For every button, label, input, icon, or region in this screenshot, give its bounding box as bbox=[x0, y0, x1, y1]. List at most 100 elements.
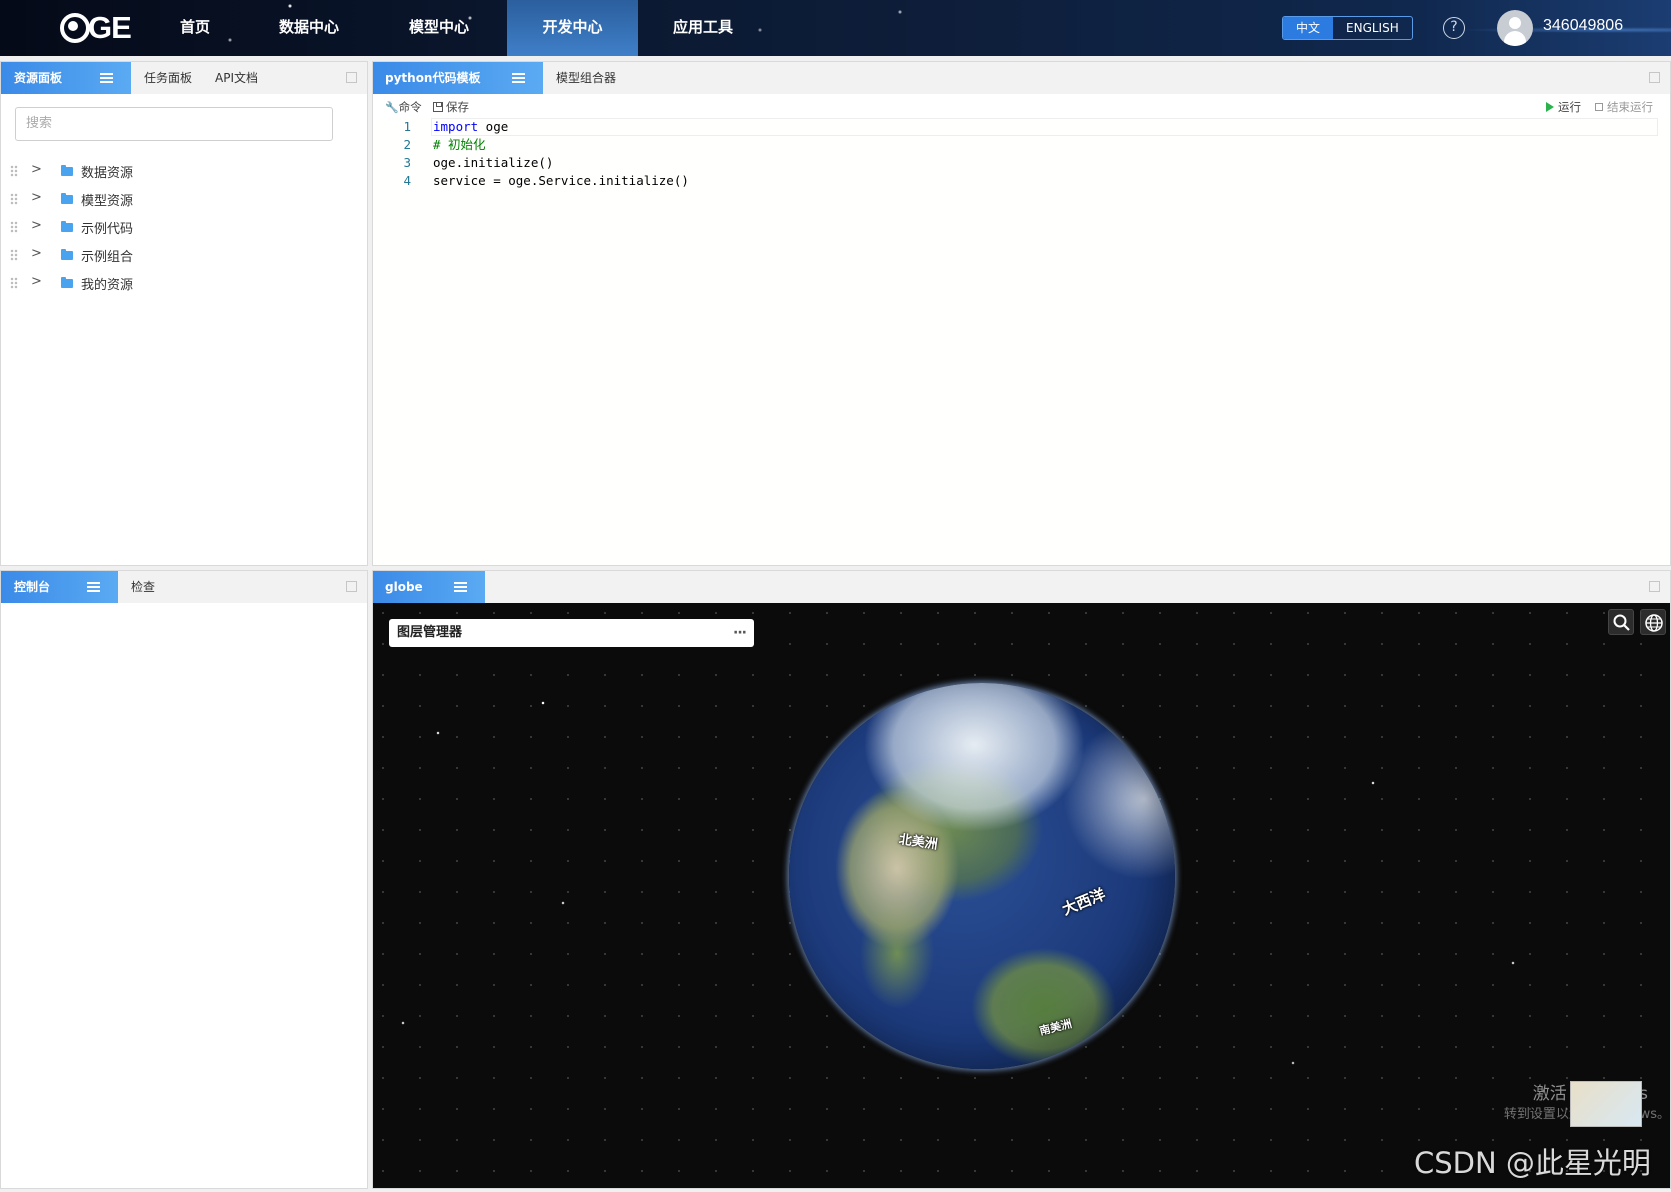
code-line: 4 service = oge.Service.initialize() bbox=[373, 172, 1670, 190]
drag-handle-icon[interactable] bbox=[10, 249, 18, 261]
resource-search-input[interactable]: 搜索 bbox=[15, 107, 333, 141]
label-atlantic: 大西洋 bbox=[1059, 885, 1108, 919]
tree-item-label: 数据资源 bbox=[81, 166, 134, 181]
tree-item-label: 示例组合 bbox=[81, 250, 134, 265]
stop-button[interactable]: 结束运行 bbox=[1595, 99, 1653, 115]
resource-tabbar: 资源面板 任务面板 API文档 bbox=[1, 62, 367, 94]
layer-manager-title: 图层管理器 bbox=[397, 625, 463, 640]
maximize-icon[interactable] bbox=[1649, 72, 1660, 83]
editor-tabbar: python代码模板 模型组合器 bbox=[373, 62, 1670, 94]
globe-panel: globe 图层管理器 ··· 北美洲 大西洋 南美洲 激活 Windows 转… bbox=[372, 570, 1671, 1189]
folder-icon bbox=[61, 249, 73, 260]
tree-item-model-resources[interactable]: > 模型资源 bbox=[1, 186, 341, 212]
lang-en-button[interactable]: ENGLISH bbox=[1333, 17, 1412, 39]
nav-model-center[interactable]: 模型中心 bbox=[396, 0, 482, 56]
chevron-right-icon[interactable]: > bbox=[31, 162, 42, 177]
nav-home[interactable]: 首页 bbox=[160, 0, 230, 56]
overview-minimap[interactable] bbox=[1570, 1081, 1642, 1127]
tab-task-panel[interactable]: 任务面板 bbox=[144, 62, 192, 94]
line-number: 4 bbox=[403, 173, 411, 188]
earth-globe[interactable]: 北美洲 大西洋 南美洲 bbox=[789, 683, 1175, 1069]
search-icon bbox=[1613, 614, 1630, 631]
user-avatar[interactable] bbox=[1497, 10, 1533, 46]
run-label: 运行 bbox=[1558, 100, 1581, 114]
drag-handle-icon[interactable] bbox=[10, 221, 18, 233]
save-button[interactable]: 保存 bbox=[433, 99, 469, 115]
lang-zh-button[interactable]: 中文 bbox=[1283, 17, 1334, 39]
tree-item-label: 我的资源 bbox=[81, 278, 134, 293]
tree-item-data-resources[interactable]: > 数据资源 bbox=[1, 158, 341, 184]
tab-inspect[interactable]: 检查 bbox=[131, 571, 155, 603]
tab-console[interactable]: 控制台 bbox=[1, 571, 118, 603]
maximize-icon[interactable] bbox=[1649, 581, 1660, 592]
menu-icon[interactable] bbox=[512, 73, 525, 83]
globe-tabbar: globe bbox=[373, 571, 1670, 603]
chevron-right-icon[interactable]: > bbox=[31, 274, 42, 289]
line-number: 2 bbox=[403, 137, 411, 152]
top-nav-bar: GE 首页 数据中心 模型中心 开发中心 应用工具 中文 ENGLISH ? 3… bbox=[0, 0, 1671, 56]
chevron-right-icon[interactable]: > bbox=[31, 190, 42, 205]
more-options-icon[interactable]: ··· bbox=[733, 619, 747, 647]
globe-viewer[interactable]: 图层管理器 ··· 北美洲 大西洋 南美洲 激活 Windows 转到设置以激活… bbox=[373, 603, 1670, 1188]
tab-globe-label: globe bbox=[385, 580, 423, 594]
wrench-icon: 🔧 bbox=[385, 101, 399, 114]
tree-item-example-combos[interactable]: > 示例组合 bbox=[1, 242, 341, 268]
tab-globe[interactable]: globe bbox=[373, 571, 485, 603]
logo-ring-icon bbox=[60, 13, 90, 43]
code-text: service = oge.Service.initialize() bbox=[433, 173, 689, 188]
csdn-credit-watermark: CSDN @此星光明 bbox=[1414, 1146, 1651, 1180]
drag-handle-icon[interactable] bbox=[10, 277, 18, 289]
save-label: 保存 bbox=[446, 100, 469, 114]
chevron-right-icon[interactable]: > bbox=[31, 246, 42, 261]
layer-manager[interactable]: 图层管理器 ··· bbox=[389, 619, 754, 647]
stop-icon bbox=[1595, 103, 1603, 111]
save-icon bbox=[433, 102, 443, 112]
nav-dev-center[interactable]: 开发中心 bbox=[507, 0, 638, 56]
editor-toolbar: 🔧 命令 保存 运行 结束运行 bbox=[373, 94, 1670, 118]
nav-data-center[interactable]: 数据中心 bbox=[266, 0, 352, 56]
tree-item-label: 模型资源 bbox=[81, 194, 134, 209]
oge-logo[interactable]: GE bbox=[60, 8, 132, 48]
code-editor[interactable]: 1 import oge 2 # 初始化 3 oge.initialize() … bbox=[373, 118, 1670, 565]
folder-icon bbox=[61, 277, 73, 288]
tree-item-label: 示例代码 bbox=[81, 222, 134, 237]
tab-resource-panel[interactable]: 资源面板 bbox=[1, 62, 131, 94]
chevron-right-icon[interactable]: > bbox=[31, 218, 42, 233]
command-label: 命令 bbox=[398, 100, 422, 114]
command-button[interactable]: 🔧 命令 bbox=[385, 99, 422, 115]
tab-python-template[interactable]: python代码模板 bbox=[373, 62, 543, 94]
help-icon[interactable]: ? bbox=[1443, 17, 1465, 39]
tree-item-my-resources[interactable]: > 我的资源 bbox=[1, 270, 341, 296]
language-switch: 中文 ENGLISH bbox=[1282, 16, 1413, 40]
globe-view-mode-button[interactable] bbox=[1640, 609, 1666, 635]
label-south-america: 南美洲 bbox=[1038, 1017, 1074, 1038]
maximize-icon[interactable] bbox=[346, 581, 357, 592]
label-north-america: 北美洲 bbox=[897, 832, 939, 853]
play-icon bbox=[1546, 102, 1554, 112]
run-button[interactable]: 运行 bbox=[1546, 99, 1581, 115]
stop-label: 结束运行 bbox=[1607, 100, 1653, 114]
menu-icon[interactable] bbox=[87, 582, 100, 592]
line-number: 3 bbox=[403, 155, 411, 170]
resource-panel: 资源面板 任务面板 API文档 搜索 > 数据资源 > 模型资源 > 示例代码 … bbox=[0, 61, 368, 566]
drag-handle-icon[interactable] bbox=[10, 165, 18, 177]
code-line: 2 # 初始化 bbox=[373, 136, 1670, 154]
code-text: oge bbox=[478, 119, 509, 134]
tree-item-example-code[interactable]: > 示例代码 bbox=[1, 214, 341, 240]
tab-python-template-label: python代码模板 bbox=[385, 71, 481, 85]
tab-model-composer[interactable]: 模型组合器 bbox=[556, 62, 616, 94]
drag-handle-icon[interactable] bbox=[10, 193, 18, 205]
tab-api-docs[interactable]: API文档 bbox=[215, 62, 258, 94]
nav-app-tools[interactable]: 应用工具 bbox=[660, 0, 746, 56]
username[interactable]: 346049806 bbox=[1543, 17, 1623, 35]
maximize-icon[interactable] bbox=[346, 72, 357, 83]
code-editor-panel: python代码模板 模型组合器 🔧 命令 保存 运行 结束运行 1 impor… bbox=[372, 61, 1671, 566]
code-line: 1 import oge bbox=[373, 118, 1670, 136]
console-panel: 控制台 检查 bbox=[0, 570, 368, 1189]
globe-search-button[interactable] bbox=[1608, 609, 1634, 635]
menu-icon[interactable] bbox=[100, 73, 113, 83]
code-line: 3 oge.initialize() bbox=[373, 154, 1670, 172]
console-tabbar: 控制台 检查 bbox=[1, 571, 367, 603]
code-text: oge.initialize() bbox=[433, 155, 554, 170]
menu-icon[interactable] bbox=[454, 582, 467, 592]
